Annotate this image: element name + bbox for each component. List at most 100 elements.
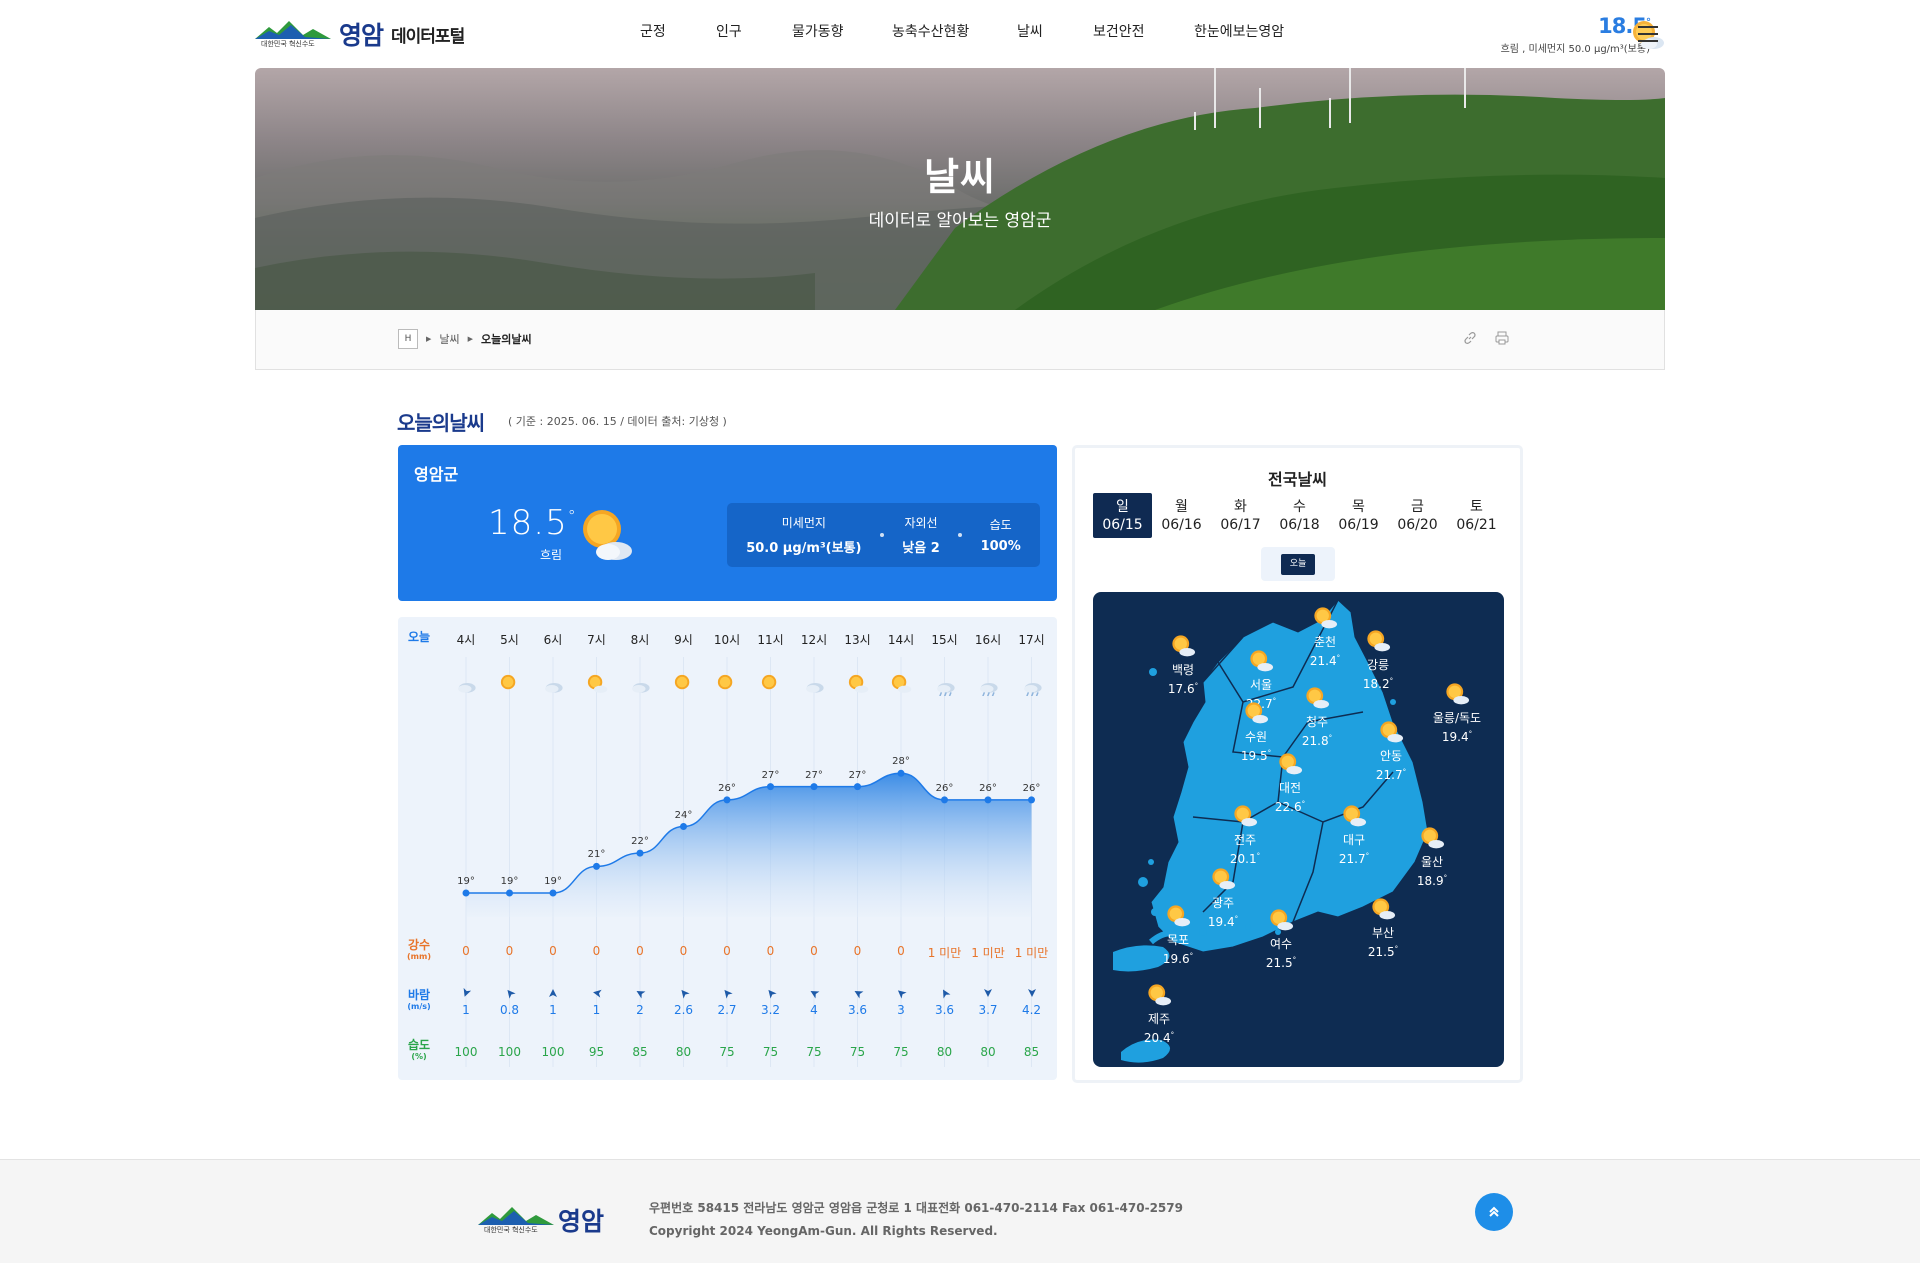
day-tab[interactable]: 목 06/19 bbox=[1329, 493, 1388, 538]
city-name: 대구 bbox=[1342, 833, 1366, 847]
header-weather-summary: 흐림 , 미세먼지 50.0 μg/m³(보통) bbox=[1500, 44, 1650, 55]
rain-value: 0 bbox=[636, 944, 644, 958]
today-button[interactable]: 오늘 bbox=[1281, 554, 1315, 575]
day-date: 06/20 bbox=[1397, 517, 1438, 533]
wind-value: 1 bbox=[462, 1003, 470, 1017]
city-name: 춘천 bbox=[1313, 635, 1337, 649]
wind-value: 3.7 bbox=[978, 1003, 998, 1017]
footer-logo-sub: 대한민국 혁신수도 bbox=[484, 1226, 538, 1234]
temperature-point bbox=[506, 889, 513, 897]
nav-item[interactable]: 한눈에보는영암 bbox=[1194, 21, 1284, 41]
city-name: 강릉 bbox=[1366, 658, 1390, 672]
city-weather[interactable]: 대구 21.7° bbox=[1324, 832, 1384, 867]
city-weather[interactable]: 부산 21.5° bbox=[1353, 925, 1413, 960]
rain-value: 1 미만 bbox=[971, 946, 1005, 960]
temperature-label: 26° bbox=[1022, 782, 1041, 794]
home-link[interactable]: H bbox=[398, 329, 418, 349]
wind-value: 1 bbox=[549, 1003, 557, 1017]
day-tab[interactable]: 월 06/16 bbox=[1152, 493, 1211, 538]
nav-item[interactable]: 물가동향 bbox=[792, 21, 844, 41]
humidity-value: 100 bbox=[541, 1045, 565, 1059]
humidity-value: 85 bbox=[632, 1045, 648, 1059]
humidity-value: 80 bbox=[936, 1045, 953, 1059]
hour-label: 8시 bbox=[630, 633, 650, 647]
print-icon[interactable] bbox=[1495, 330, 1509, 349]
city-temp: 21.5° bbox=[1367, 945, 1399, 959]
hamburger-menu-icon[interactable] bbox=[1638, 26, 1658, 42]
city-temp: 18.2° bbox=[1362, 677, 1394, 691]
temperature-point bbox=[680, 823, 687, 830]
nav-item[interactable]: 인구 bbox=[716, 21, 742, 41]
rain-value: 0 bbox=[505, 944, 514, 958]
city-weather[interactable]: 목포 19.6° bbox=[1148, 932, 1208, 967]
day-tab[interactable]: 화 06/17 bbox=[1211, 493, 1270, 538]
nav-item[interactable]: 농축수산현황 bbox=[892, 21, 969, 41]
city-weather[interactable]: 청주 21.8° bbox=[1287, 714, 1347, 749]
city-weather[interactable]: 제주 20.4° bbox=[1129, 1011, 1189, 1046]
rain-value: 1 미만 bbox=[927, 946, 962, 960]
day-tab[interactable]: 수 06/18 bbox=[1270, 493, 1329, 538]
temperature-label: 26° bbox=[979, 782, 997, 794]
hour-label: 17시 bbox=[1018, 633, 1045, 647]
day-of-week: 금 bbox=[1411, 499, 1424, 515]
nav-item[interactable]: 군정 bbox=[640, 21, 666, 41]
nav-item[interactable]: 날씨 bbox=[1017, 21, 1043, 41]
city-weather[interactable]: 대전 22.6° bbox=[1260, 780, 1320, 815]
temperature-label: 27° bbox=[761, 769, 780, 781]
wind-value: 3.2 bbox=[760, 1003, 781, 1017]
city-weather[interactable]: 전주 20.1° bbox=[1215, 832, 1275, 867]
humidity-value: 75 bbox=[893, 1045, 909, 1059]
mountain-logo-icon: 대한민국 혁신수도 bbox=[478, 1203, 554, 1237]
air-quality-box: 미세먼지 50.0 μg/m³(보통) 자외선 낮음 2 습도 100% bbox=[727, 503, 1040, 567]
nav-item[interactable]: 보건안전 bbox=[1093, 21, 1145, 41]
today-label: 오늘 bbox=[407, 630, 431, 644]
city-temp: 20.4° bbox=[1143, 1031, 1175, 1045]
day-tab[interactable]: 토 06/21 bbox=[1447, 493, 1506, 538]
wind-value: 2.6 bbox=[673, 1003, 694, 1017]
city-name: 울릉/독도 bbox=[1432, 711, 1482, 725]
city-weather[interactable]: 여수 21.5° bbox=[1251, 936, 1311, 971]
hour-label: 11시 bbox=[757, 633, 784, 647]
wind-value: 3.6 bbox=[934, 1003, 955, 1017]
footer-copyright: Copyright 2024 YeongAm-Gun. All Rights R… bbox=[649, 1224, 998, 1238]
day-tab[interactable]: 금 06/20 bbox=[1388, 493, 1447, 538]
city-weather[interactable]: 강릉 18.2° bbox=[1348, 657, 1408, 692]
breadcrumb-item[interactable]: 날씨 bbox=[439, 331, 459, 347]
temperature-label: 24° bbox=[674, 809, 693, 821]
temperature-label: 19° bbox=[500, 876, 519, 887]
footer-logo-name: 영암 bbox=[558, 1207, 605, 1236]
section-title: 오늘의날씨 bbox=[397, 411, 485, 435]
city-name: 전주 bbox=[1233, 833, 1257, 847]
wind-value: 2 bbox=[636, 1003, 644, 1017]
link-icon[interactable] bbox=[1463, 330, 1477, 349]
day-tab[interactable]: 일 06/15 bbox=[1093, 493, 1152, 538]
humidity-value: 75 bbox=[762, 1045, 779, 1059]
footer-address: 우편번호 58415 전라남도 영암군 영암읍 군청로 1 대표전화 061-4… bbox=[649, 1201, 1183, 1215]
humidity-row-label: 습도 (%) bbox=[407, 1038, 431, 1061]
city-name: 수원 bbox=[1244, 730, 1268, 744]
city-temp: 18.9° bbox=[1416, 874, 1448, 888]
city-weather[interactable]: 백령 17.6° bbox=[1153, 662, 1213, 697]
city-name: 여수 bbox=[1269, 937, 1293, 951]
city-weather[interactable]: 춘천 21.4° bbox=[1295, 634, 1355, 669]
city-weather[interactable]: 광주 19.4° bbox=[1193, 895, 1253, 930]
city-weather[interactable]: 울산 18.9° bbox=[1402, 854, 1462, 889]
temperature-point bbox=[810, 783, 818, 791]
temperature-label: 21° bbox=[587, 849, 606, 861]
footer-logo: 대한민국 혁신수도 영암 bbox=[478, 1202, 604, 1238]
breadcrumb: H ▶ 날씨 ▶ 오늘의날씨 bbox=[398, 329, 532, 349]
temperature-label: 28° bbox=[892, 756, 910, 768]
city-temp: 21.4° bbox=[1309, 654, 1341, 668]
double-chevron-up-icon[interactable] bbox=[1475, 1193, 1513, 1231]
footer-info: 우편번호 58415 전라남도 영암군 영암읍 군청로 1 대표전화 061-4… bbox=[649, 1197, 1183, 1243]
hour-label: 14시 bbox=[887, 633, 915, 647]
city-weather[interactable]: 안동 21.7° bbox=[1361, 748, 1421, 783]
humidity-value: 100 bbox=[498, 1045, 521, 1059]
rain-value: 0 bbox=[723, 944, 731, 958]
hour-label: 13시 bbox=[844, 633, 871, 647]
day-date: 06/15 bbox=[1102, 517, 1143, 533]
city-temp: 22.6° bbox=[1274, 800, 1306, 814]
day-date: 06/16 bbox=[1161, 517, 1202, 533]
hour-label: 9시 bbox=[674, 633, 693, 647]
city-weather[interactable]: 울릉/독도 19.4° bbox=[1427, 710, 1487, 745]
